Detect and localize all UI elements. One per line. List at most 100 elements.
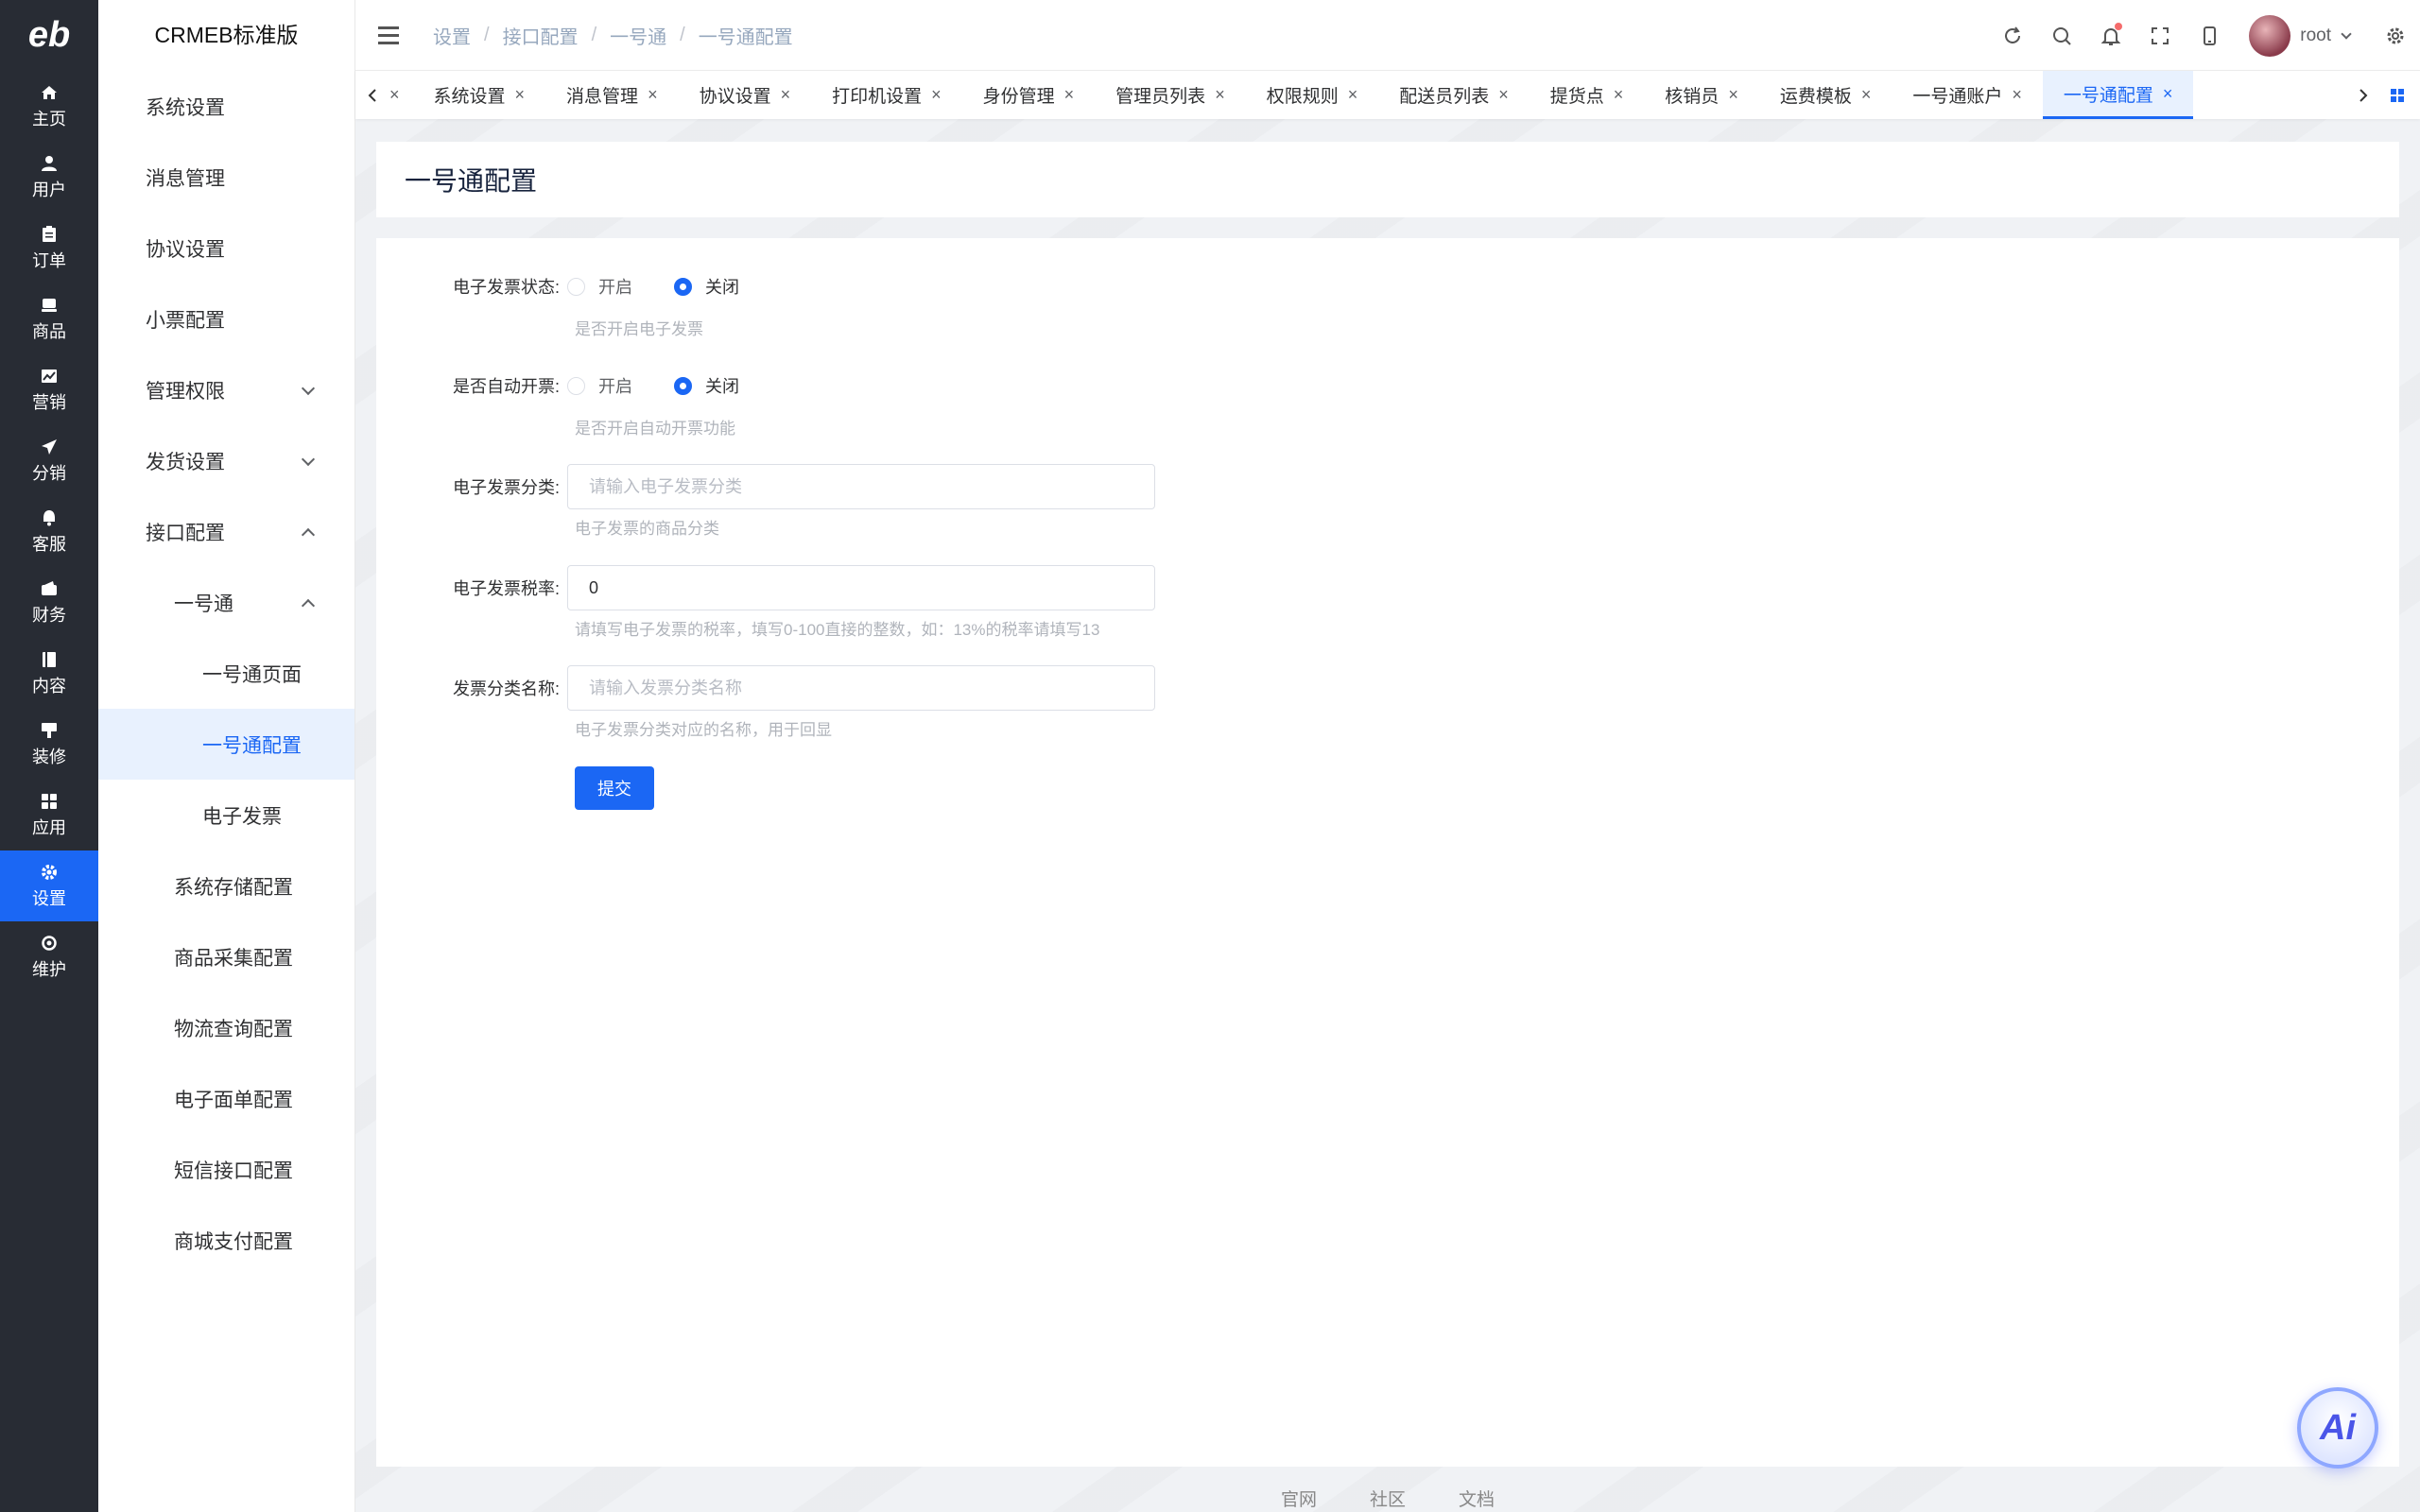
footer-link-official-site[interactable]: 官网 <box>1281 1486 1317 1511</box>
radio-auto-invoice-off[interactable]: 关闭 <box>674 373 739 398</box>
close-icon[interactable]: × <box>1348 85 1358 105</box>
header-tools: root <box>1988 0 2420 71</box>
breadcrumb-item[interactable]: 接口配置 <box>503 22 579 49</box>
chevron-left-icon[interactable] <box>355 71 389 119</box>
sidebar-item-message-management[interactable]: 消息管理 <box>98 142 354 213</box>
sidebar-item-receipt-config[interactable]: 小票配置 <box>98 284 354 354</box>
breadcrumb-item[interactable]: 设置 <box>433 22 471 49</box>
sidebar-item-yihaotong-page[interactable]: 一号通页面 <box>98 638 354 709</box>
rail-item-settings[interactable]: 设置 <box>0 850 98 921</box>
breadcrumb-item[interactable]: 一号通 <box>610 22 666 49</box>
rail-item-product[interactable]: 商品 <box>0 284 98 354</box>
mobile-icon[interactable] <box>2185 11 2234 60</box>
submit-button[interactable]: 提交 <box>575 766 654 810</box>
form-label: 是否自动开票: <box>452 377 560 396</box>
footer-links: 官网 社区 文档 <box>355 1486 2420 1511</box>
sidebar-item-system-settings[interactable]: 系统设置 <box>98 71 354 142</box>
close-icon[interactable]: × <box>1215 85 1225 105</box>
radio-invoice-status-on[interactable]: 开启 <box>567 274 632 299</box>
gear-icon[interactable] <box>2371 11 2420 60</box>
sidebar-item-sms-config[interactable]: 短信接口配置 <box>98 1134 354 1205</box>
tab-pickup-points[interactable]: 提货点 × <box>1530 71 1645 119</box>
radio-auto-invoice-on[interactable]: 开启 <box>567 373 632 398</box>
breadcrumb: 设置 / 接口配置 / 一号通 / 一号通配置 <box>433 22 793 49</box>
close-icon[interactable]: × <box>2012 85 2022 105</box>
menu-toggle-icon[interactable] <box>378 26 399 44</box>
fullscreen-icon[interactable] <box>2135 11 2185 60</box>
category-name-input[interactable] <box>567 665 1155 711</box>
tab-admin-list[interactable]: 管理员列表 × <box>1095 71 1246 119</box>
rail-item-maintenance[interactable]: 维护 <box>0 921 98 992</box>
user-name[interactable]: root <box>2300 26 2331 46</box>
sidebar-item-yihaotong[interactable]: 一号通 <box>98 567 354 638</box>
tab-verifiers[interactable]: 核销员 × <box>1644 71 1759 119</box>
tab-printer-settings[interactable]: 打印机设置 × <box>811 71 962 119</box>
tab-yihaotong-config[interactable]: 一号通配置 × <box>2042 71 2194 119</box>
grid-menu-icon[interactable] <box>2380 71 2414 119</box>
sidebar-item-logistics-query-config[interactable]: 物流查询配置 <box>98 992 354 1063</box>
rail-item-label: 客服 <box>32 534 66 554</box>
rail-item-home[interactable]: 主页 <box>0 71 98 142</box>
chevron-down-icon <box>301 452 316 466</box>
ai-assistant-button[interactable]: Ai <box>2297 1387 2378 1469</box>
close-icon[interactable]: × <box>931 85 942 105</box>
rail-item-user[interactable]: 用户 <box>0 142 98 213</box>
close-icon[interactable]: × <box>1614 85 1624 105</box>
tab-system-settings[interactable]: 系统设置 × <box>413 71 546 119</box>
sidebar-item-e-waybill-config[interactable]: 电子面单配置 <box>98 1063 354 1134</box>
rail-item-apps[interactable]: 应用 <box>0 780 98 850</box>
close-icon[interactable]: × <box>515 85 526 105</box>
sidebar-item-permissions[interactable]: 管理权限 <box>98 354 354 425</box>
tab-message-management[interactable]: 消息管理 × <box>545 71 679 119</box>
bell-icon[interactable] <box>2086 11 2135 60</box>
footer-link-docs[interactable]: 文档 <box>1459 1486 1495 1511</box>
footer-link-community[interactable]: 社区 <box>1370 1486 1406 1511</box>
close-icon[interactable]: × <box>781 85 791 105</box>
sidebar-item-payment-config[interactable]: 商城支付配置 <box>98 1205 354 1276</box>
search-icon[interactable] <box>2037 11 2086 60</box>
rail-item-service[interactable]: 客服 <box>0 496 98 567</box>
sidebar-item-yihaotong-config[interactable]: 一号通配置 <box>98 709 354 780</box>
tab-yihaotong-account[interactable]: 一号通账户 × <box>1892 71 2043 119</box>
rail-item-marketing[interactable]: 营销 <box>0 354 98 425</box>
close-icon[interactable]: × <box>389 85 400 105</box>
sidebar-item-shipping-settings[interactable]: 发货设置 <box>98 425 354 496</box>
tab-label: 一号通账户 <box>1912 87 2003 107</box>
close-icon[interactable]: × <box>1498 85 1509 105</box>
close-icon[interactable]: × <box>648 85 658 105</box>
form-row-category-name: 发票分类名称: <box>376 665 1155 711</box>
sidebar-item-api-config[interactable]: 接口配置 <box>98 496 354 567</box>
tab-delivery-staff[interactable]: 配送员列表 × <box>1378 71 1530 119</box>
refresh-icon[interactable] <box>1988 11 2037 60</box>
chevron-down-icon <box>301 381 316 395</box>
logo[interactable]: eb <box>0 0 98 71</box>
tab-permission-rules[interactable]: 权限规则 × <box>1246 71 1379 119</box>
chevron-right-icon[interactable] <box>2346 71 2380 119</box>
avatar[interactable] <box>2249 14 2291 57</box>
rail-item-order[interactable]: 订单 <box>0 213 98 284</box>
close-icon[interactable]: × <box>1728 85 1738 105</box>
sidebar-item-storage-config[interactable]: 系统存储配置 <box>98 850 354 921</box>
rail-item-content[interactable]: 内容 <box>0 638 98 709</box>
rail-item-finance[interactable]: 财务 <box>0 567 98 638</box>
tab-shipping-templates[interactable]: 运费模板 × <box>1759 71 1893 119</box>
rail-item-distribution[interactable]: 分销 <box>0 425 98 496</box>
close-icon[interactable]: × <box>2163 84 2173 104</box>
radio-invoice-status-off[interactable]: 关闭 <box>674 274 739 299</box>
sidebar-item-label: 一号通 <box>174 593 233 615</box>
sidebar-item-agreement-settings[interactable]: 协议设置 <box>98 213 354 284</box>
sidebar-item-product-collect-config[interactable]: 商品采集配置 <box>98 921 354 992</box>
tab-identity-management[interactable]: 身份管理 × <box>962 71 1096 119</box>
close-icon[interactable]: × <box>1861 85 1872 105</box>
tax-rate-input[interactable] <box>567 565 1155 610</box>
chevron-down-icon[interactable] <box>2341 27 2352 40</box>
tab-agreement-settings[interactable]: 协议设置 × <box>679 71 812 119</box>
breadcrumb-separator: / <box>484 24 490 45</box>
sidebar-item-e-invoice[interactable]: 电子发票 <box>98 780 354 850</box>
rail-item-decoration[interactable]: 装修 <box>0 709 98 780</box>
invoice-category-input[interactable] <box>567 464 1155 509</box>
tab-close-leftover[interactable]: × <box>389 71 413 119</box>
form-tip: 是否开启自动开票功能 <box>575 420 735 438</box>
form-label: 发票分类名称: <box>452 679 560 698</box>
close-icon[interactable]: × <box>1064 85 1075 105</box>
